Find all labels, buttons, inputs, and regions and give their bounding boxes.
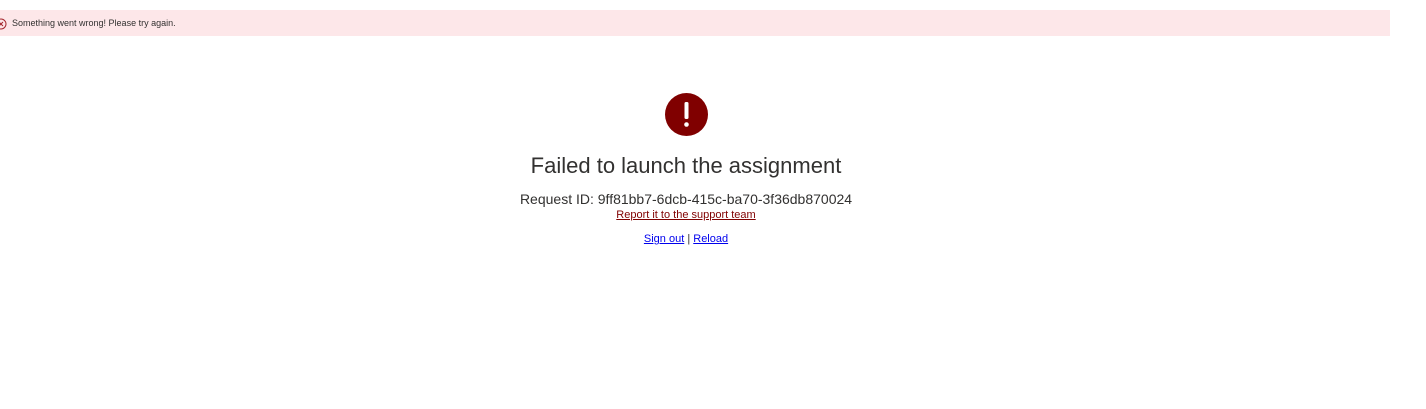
actions-row: Sign out | Reload bbox=[644, 232, 728, 246]
error-title: Failed to launch the assignment bbox=[530, 153, 842, 178]
report-support-link[interactable]: Report it to the support team bbox=[616, 209, 755, 222]
request-id: Request ID: 9ff81bb7-6dcb-415c-ba70-3f36… bbox=[520, 191, 852, 207]
sign-out-link[interactable]: Sign out bbox=[644, 233, 684, 245]
request-id-label: Request ID: bbox=[519, 191, 594, 207]
exclamation-icon bbox=[664, 93, 708, 136]
actions-separator: | bbox=[687, 233, 691, 245]
error-banner: Something went wrong! Please try again. bbox=[0, 10, 1390, 36]
error-circle-icon bbox=[0, 17, 7, 30]
error-banner-message: Something went wrong! Please try again. bbox=[12, 18, 176, 28]
page: Something went wrong! Please try again. … bbox=[0, 0, 1426, 409]
request-id-value: 9ff81bb7-6dcb-415c-ba70-3f36db870024 bbox=[597, 191, 853, 207]
reload-link[interactable]: Reload bbox=[693, 233, 728, 245]
error-panel: Failed to launch the assignment Request … bbox=[0, 93, 1372, 246]
